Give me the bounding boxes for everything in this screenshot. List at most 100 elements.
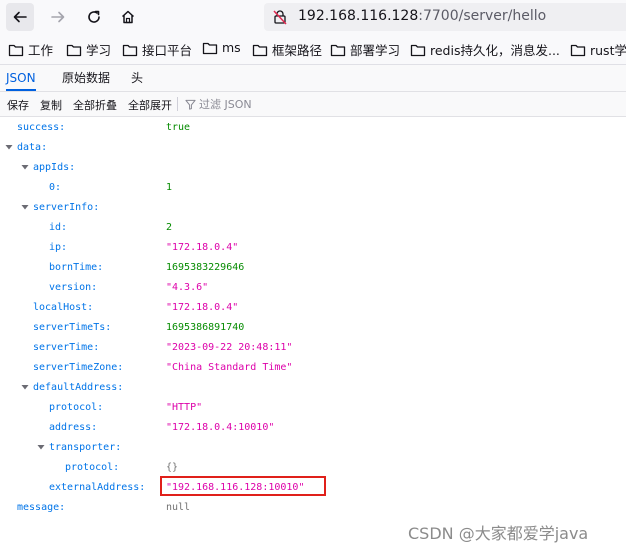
bookmark-folder[interactable]: 学习 [66,40,111,59]
bookmark-folder[interactable]: 工作 [8,40,53,59]
url-text: 192.168.116.128:7700/server/hello [298,8,546,24]
reload-icon [88,10,100,23]
json-row: serverTimeTs: 1695386891740 [0,318,626,338]
json-key: success: [17,122,66,133]
bookmark-folder[interactable]: ms [202,40,241,55]
json-value: 1 [166,182,173,193]
bookmark-label: 接口平台 [142,43,193,58]
json-value: "172.18.0.4" [166,242,239,253]
bookmark-label: redis持久化，消息发... [430,43,560,58]
json-row: address: "172.18.0.4:10010" [0,418,626,438]
bookmark-folder[interactable]: 框架路径 [252,40,322,59]
json-row: success: true [0,118,626,138]
json-value: {} [166,462,179,473]
toolbar-divider [177,97,178,111]
json-key: 0: [49,182,62,193]
json-value: 2 [166,222,173,233]
json-row: serverTime: "2023-09-22 20:48:11" [0,338,626,358]
bookmarks-bar: 工作 学习 接口平台 ms 框架路径 部署学习 redis持久化，消息发... … [0,34,626,65]
json-row: id: 2 [0,218,626,238]
folder-icon [410,44,426,56]
json-row[interactable]: defaultAddress: [0,378,626,398]
json-value: 1695383229646 [166,262,245,273]
expand-triangle-icon[interactable] [20,162,30,172]
json-value: "HTTP" [166,402,203,413]
collapse-all-button[interactable]: 全部折叠 [73,97,117,113]
json-row[interactable]: serverInfo: [0,198,626,218]
json-key: id: [49,222,68,233]
expand-triangle-icon[interactable] [20,382,30,392]
json-row[interactable]: transporter: [0,438,626,458]
json-row[interactable]: data: [0,138,626,158]
tab-json[interactable]: JSON [6,65,36,91]
json-row: localHost: "172.18.0.4" [0,298,626,318]
json-toolbar: 保存 复制 全部折叠 全部展开 过滤 JSON [0,92,626,117]
home-button[interactable] [114,3,142,31]
json-key: serverTimeTs: [33,322,112,333]
json-key: version: [49,282,98,293]
folder-icon [8,44,24,56]
json-row: bornTime: 1695383229646 [0,258,626,278]
folder-icon [330,44,346,56]
json-value: "172.18.0.4" [166,302,239,313]
folder-icon [122,44,138,56]
json-key: serverTime: [33,342,100,353]
json-value: "172.18.0.4:10010" [166,422,275,433]
folder-icon [202,42,218,54]
json-value: 1695386891740 [166,322,245,333]
json-key: data: [17,142,48,153]
tab-raw-data[interactable]: 原始数据 [62,65,110,91]
json-key: message: [17,502,66,513]
folder-icon [252,44,268,56]
bookmark-folder[interactable]: 部署学习 [330,40,400,59]
forward-arrow-icon [51,11,65,23]
json-value: "2023-09-22 20:48:11" [166,342,293,353]
back-arrow-icon [13,11,27,23]
reload-button[interactable] [80,3,108,31]
browser-toolbar: 192.168.116.128:7700/server/hello [0,0,626,34]
tab-headers[interactable]: 头 [131,65,143,91]
bookmark-label: 学习 [86,43,112,58]
url-host: 192.168.116.128 [298,8,419,24]
expand-triangle-icon[interactable] [4,142,14,152]
copy-button[interactable]: 复制 [40,97,62,113]
json-value: null [166,502,191,513]
json-row: 0: 1 [0,178,626,198]
back-button[interactable] [6,3,34,31]
bookmark-folder[interactable]: 接口平台 [122,40,192,59]
json-key: protocol: [49,402,104,413]
folder-icon [66,44,82,56]
expand-triangle-icon[interactable] [20,202,30,212]
watermark: CSDN @大家都爱学java [408,524,589,543]
bookmark-label: rust学习 [590,43,626,58]
json-key: ip: [49,242,68,253]
json-key: defaultAddress: [33,382,124,393]
bookmark-label: ms [222,40,241,55]
json-key: bornTime: [49,262,104,273]
bookmark-folder[interactable]: rust学习 [570,40,626,59]
json-viewer-tabs: JSON 原始数据 头 [0,65,626,92]
json-value: "China Standard Time" [166,362,293,373]
filter-json-input[interactable]: 过滤 JSON [185,96,252,112]
json-row: protocol: {} [0,458,626,478]
json-row[interactable]: appIds: [0,158,626,178]
filter-placeholder: 过滤 JSON [199,98,252,111]
highlight-box [160,476,326,496]
bookmark-label: 框架路径 [272,43,323,58]
save-button[interactable]: 保存 [7,97,29,113]
json-value: true [166,122,191,133]
forward-button[interactable] [44,3,72,31]
expand-all-button[interactable]: 全部展开 [128,97,172,113]
json-row: protocol: "HTTP" [0,398,626,418]
json-key: transporter: [49,442,122,453]
address-bar[interactable]: 192.168.116.128:7700/server/hello [264,3,626,31]
json-row: message: null [0,498,626,518]
bookmark-folder[interactable]: redis持久化，消息发... [410,40,560,59]
home-icon [121,10,135,24]
json-value: "4.3.6" [166,282,209,293]
json-key: localHost: [33,302,94,313]
json-key: serverInfo: [33,202,100,213]
json-key: protocol: [65,462,120,473]
json-row: serverTimeZone: "China Standard Time" [0,358,626,378]
expand-triangle-icon[interactable] [36,442,46,452]
